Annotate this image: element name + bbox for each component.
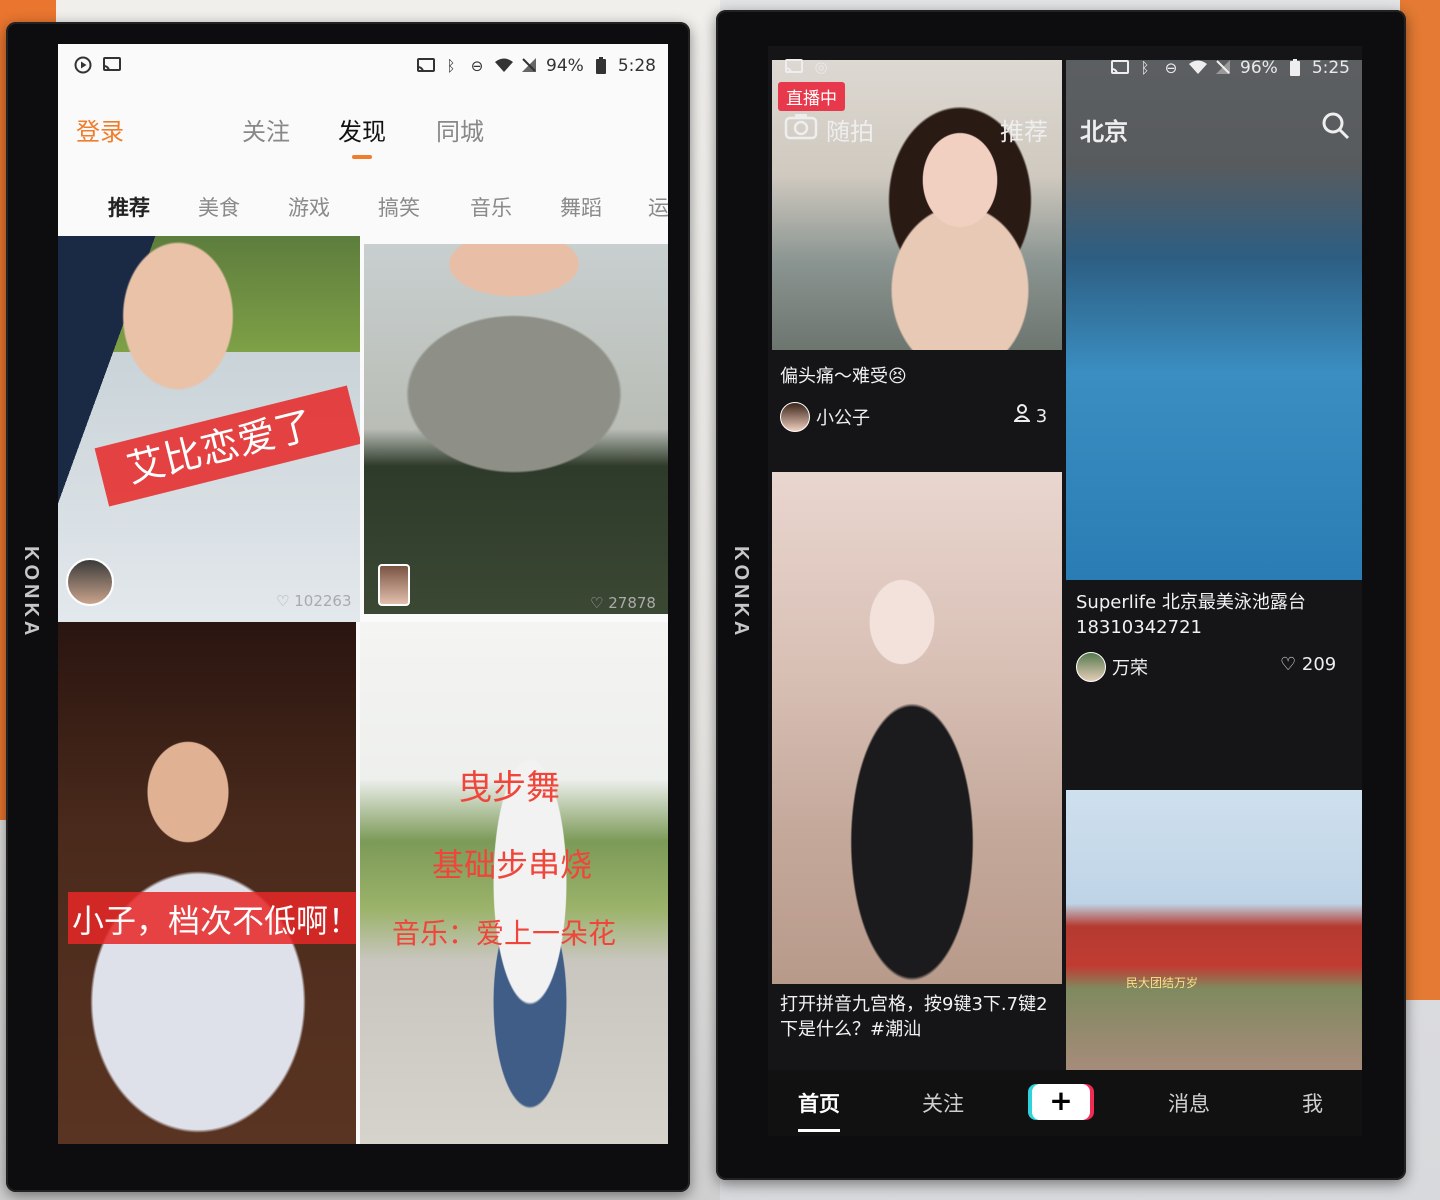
shoot-tab[interactable]: 随拍	[826, 112, 874, 147]
tv-brand-logo: KONKA	[20, 546, 42, 640]
video-thumbnail	[58, 622, 356, 1144]
cast-icon	[102, 56, 121, 74]
do-not-disturb-icon: ⊖	[1164, 59, 1178, 77]
tv-left: KONKA ᛒ ⊖ 94% 5:28 登录 关注 发现 同城 推荐 美食 游戏 …	[6, 22, 690, 1192]
bluetooth-icon: ᛒ	[1140, 59, 1150, 77]
video-caption: 偏头痛～难受😣	[780, 366, 907, 387]
video-caption: 打开拼音九宫格，按9键3下.7键2下是什么？#潮汕	[780, 994, 1048, 1040]
battery-icon	[1286, 59, 1304, 77]
nav-home[interactable]: 首页	[798, 1088, 840, 1132]
video-card[interactable]	[772, 472, 1062, 984]
category-more[interactable]: 运	[648, 192, 668, 222]
category-food[interactable]: 美食	[198, 192, 240, 222]
bottom-navigation: 首页 关注 + 消息 我	[768, 1070, 1362, 1136]
video-caption: 小子，档次不低啊！	[72, 902, 356, 940]
video-thumbnail	[364, 244, 668, 614]
wifi-icon	[494, 57, 514, 75]
left-phone-screen: ᛒ ⊖ 94% 5:28 登录 关注 发现 同城 推荐 美食 游戏 搞笑 音乐 …	[58, 44, 668, 1144]
like-count: ♡ 27878	[590, 594, 656, 612]
tab-follow[interactable]: 关注	[242, 112, 290, 147]
viewer-count-value: 3	[1035, 406, 1048, 427]
category-games[interactable]: 游戏	[288, 192, 330, 222]
avatar[interactable]	[780, 402, 810, 432]
location-icon: ◎	[814, 58, 828, 76]
avatar[interactable]	[66, 558, 114, 606]
do-not-disturb-icon: ⊖	[470, 57, 484, 75]
avatar[interactable]	[1076, 652, 1106, 682]
gate-banner-text: 民大团结万岁	[1126, 976, 1199, 990]
battery-icon	[592, 57, 610, 75]
bluetooth-icon: ᛒ	[446, 57, 456, 75]
category-music[interactable]: 音乐	[470, 192, 512, 222]
cast-icon	[1110, 59, 1130, 77]
no-signal-icon	[1214, 59, 1232, 77]
video-card[interactable]: 曳步舞 基础步串烧 音乐：爱上一朵花	[360, 622, 668, 1144]
status-bar: ◎ ᛒ ⊖ 96% 5:25	[768, 46, 1362, 90]
right-phone-screen: ◎ ᛒ ⊖ 96% 5:25 直播中 随拍 推荐 北京 偏头痛～难受😣 小公子 …	[768, 46, 1362, 1136]
nav-me[interactable]: 我	[1302, 1088, 1323, 1118]
like-count: ♡ 102263	[276, 592, 352, 610]
camera-icon[interactable]	[784, 112, 818, 146]
person-icon	[1012, 404, 1036, 427]
video-thumbnail	[1066, 790, 1362, 1074]
category-dance[interactable]: 舞蹈	[560, 192, 602, 222]
video-thumbnail	[772, 472, 1062, 984]
video-card[interactable]: 小子，档次不低啊！	[58, 622, 356, 1144]
tab-discover[interactable]: 发现	[338, 112, 386, 159]
create-button[interactable]: +	[1032, 1084, 1090, 1120]
video-card[interactable]: 民大团结万岁	[1066, 790, 1362, 1074]
cast-icon	[416, 57, 436, 75]
video-card[interactable]	[364, 244, 668, 614]
heart-icon: ♡	[590, 594, 604, 612]
tv-right: KONKA ◎ ᛒ ⊖ 96% 5:25 直播中 随拍 推荐 北京 偏头痛～难受…	[716, 10, 1406, 1180]
clock: 5:28	[617, 56, 656, 76]
search-icon[interactable]	[1320, 110, 1350, 146]
username[interactable]: 小公子	[816, 404, 870, 430]
video-caption-line: 曳步舞	[458, 768, 560, 808]
category-bar: 推荐 美食 游戏 搞笑 音乐 舞蹈 运	[58, 184, 668, 224]
status-bar: ᛒ ⊖ 94% 5:28	[58, 44, 668, 88]
battery-percent: 96%	[1240, 58, 1278, 78]
video-caption-line: 音乐：爱上一朵花	[392, 917, 617, 950]
like-count-value: 27878	[608, 594, 656, 612]
live-badge: 直播中	[778, 82, 845, 111]
heart-icon: ♡	[276, 592, 290, 610]
heart-icon: ♡	[1280, 654, 1297, 675]
battery-percent: 94%	[546, 56, 584, 76]
nav-messages[interactable]: 消息	[1168, 1088, 1210, 1118]
tv-brand-logo: KONKA	[730, 546, 752, 640]
nav-follow[interactable]: 关注	[922, 1088, 964, 1118]
wifi-icon	[1188, 59, 1208, 77]
play-icon	[74, 56, 92, 74]
orange-wall-panel-right	[1400, 0, 1440, 1000]
tab-city[interactable]: 北京	[1080, 112, 1128, 147]
viewer-count: 3	[1012, 404, 1048, 427]
like-count-value: 102263	[294, 592, 352, 610]
category-recommend[interactable]: 推荐	[108, 192, 150, 222]
like-count-value: 209	[1301, 654, 1337, 675]
username[interactable]: 万荣	[1112, 654, 1148, 680]
tab-nearby[interactable]: 同城	[436, 112, 484, 147]
tab-recommend[interactable]: 推荐	[1000, 112, 1048, 147]
video-caption-line: 基础步串烧	[432, 846, 593, 884]
top-navigation: 登录 关注 发现 同城	[58, 106, 668, 159]
video-card[interactable]: 艾比恋爱了	[58, 236, 360, 622]
avatar[interactable]	[378, 564, 410, 606]
no-signal-icon	[520, 57, 538, 75]
cast-icon	[784, 58, 803, 76]
video-caption: Superlife 北京最美泳池露台 18310342721	[1076, 592, 1306, 638]
clock: 5:25	[1311, 58, 1350, 78]
category-funny[interactable]: 搞笑	[378, 192, 420, 222]
login-button[interactable]: 登录	[76, 112, 124, 147]
like-count: ♡ 209	[1280, 654, 1336, 675]
